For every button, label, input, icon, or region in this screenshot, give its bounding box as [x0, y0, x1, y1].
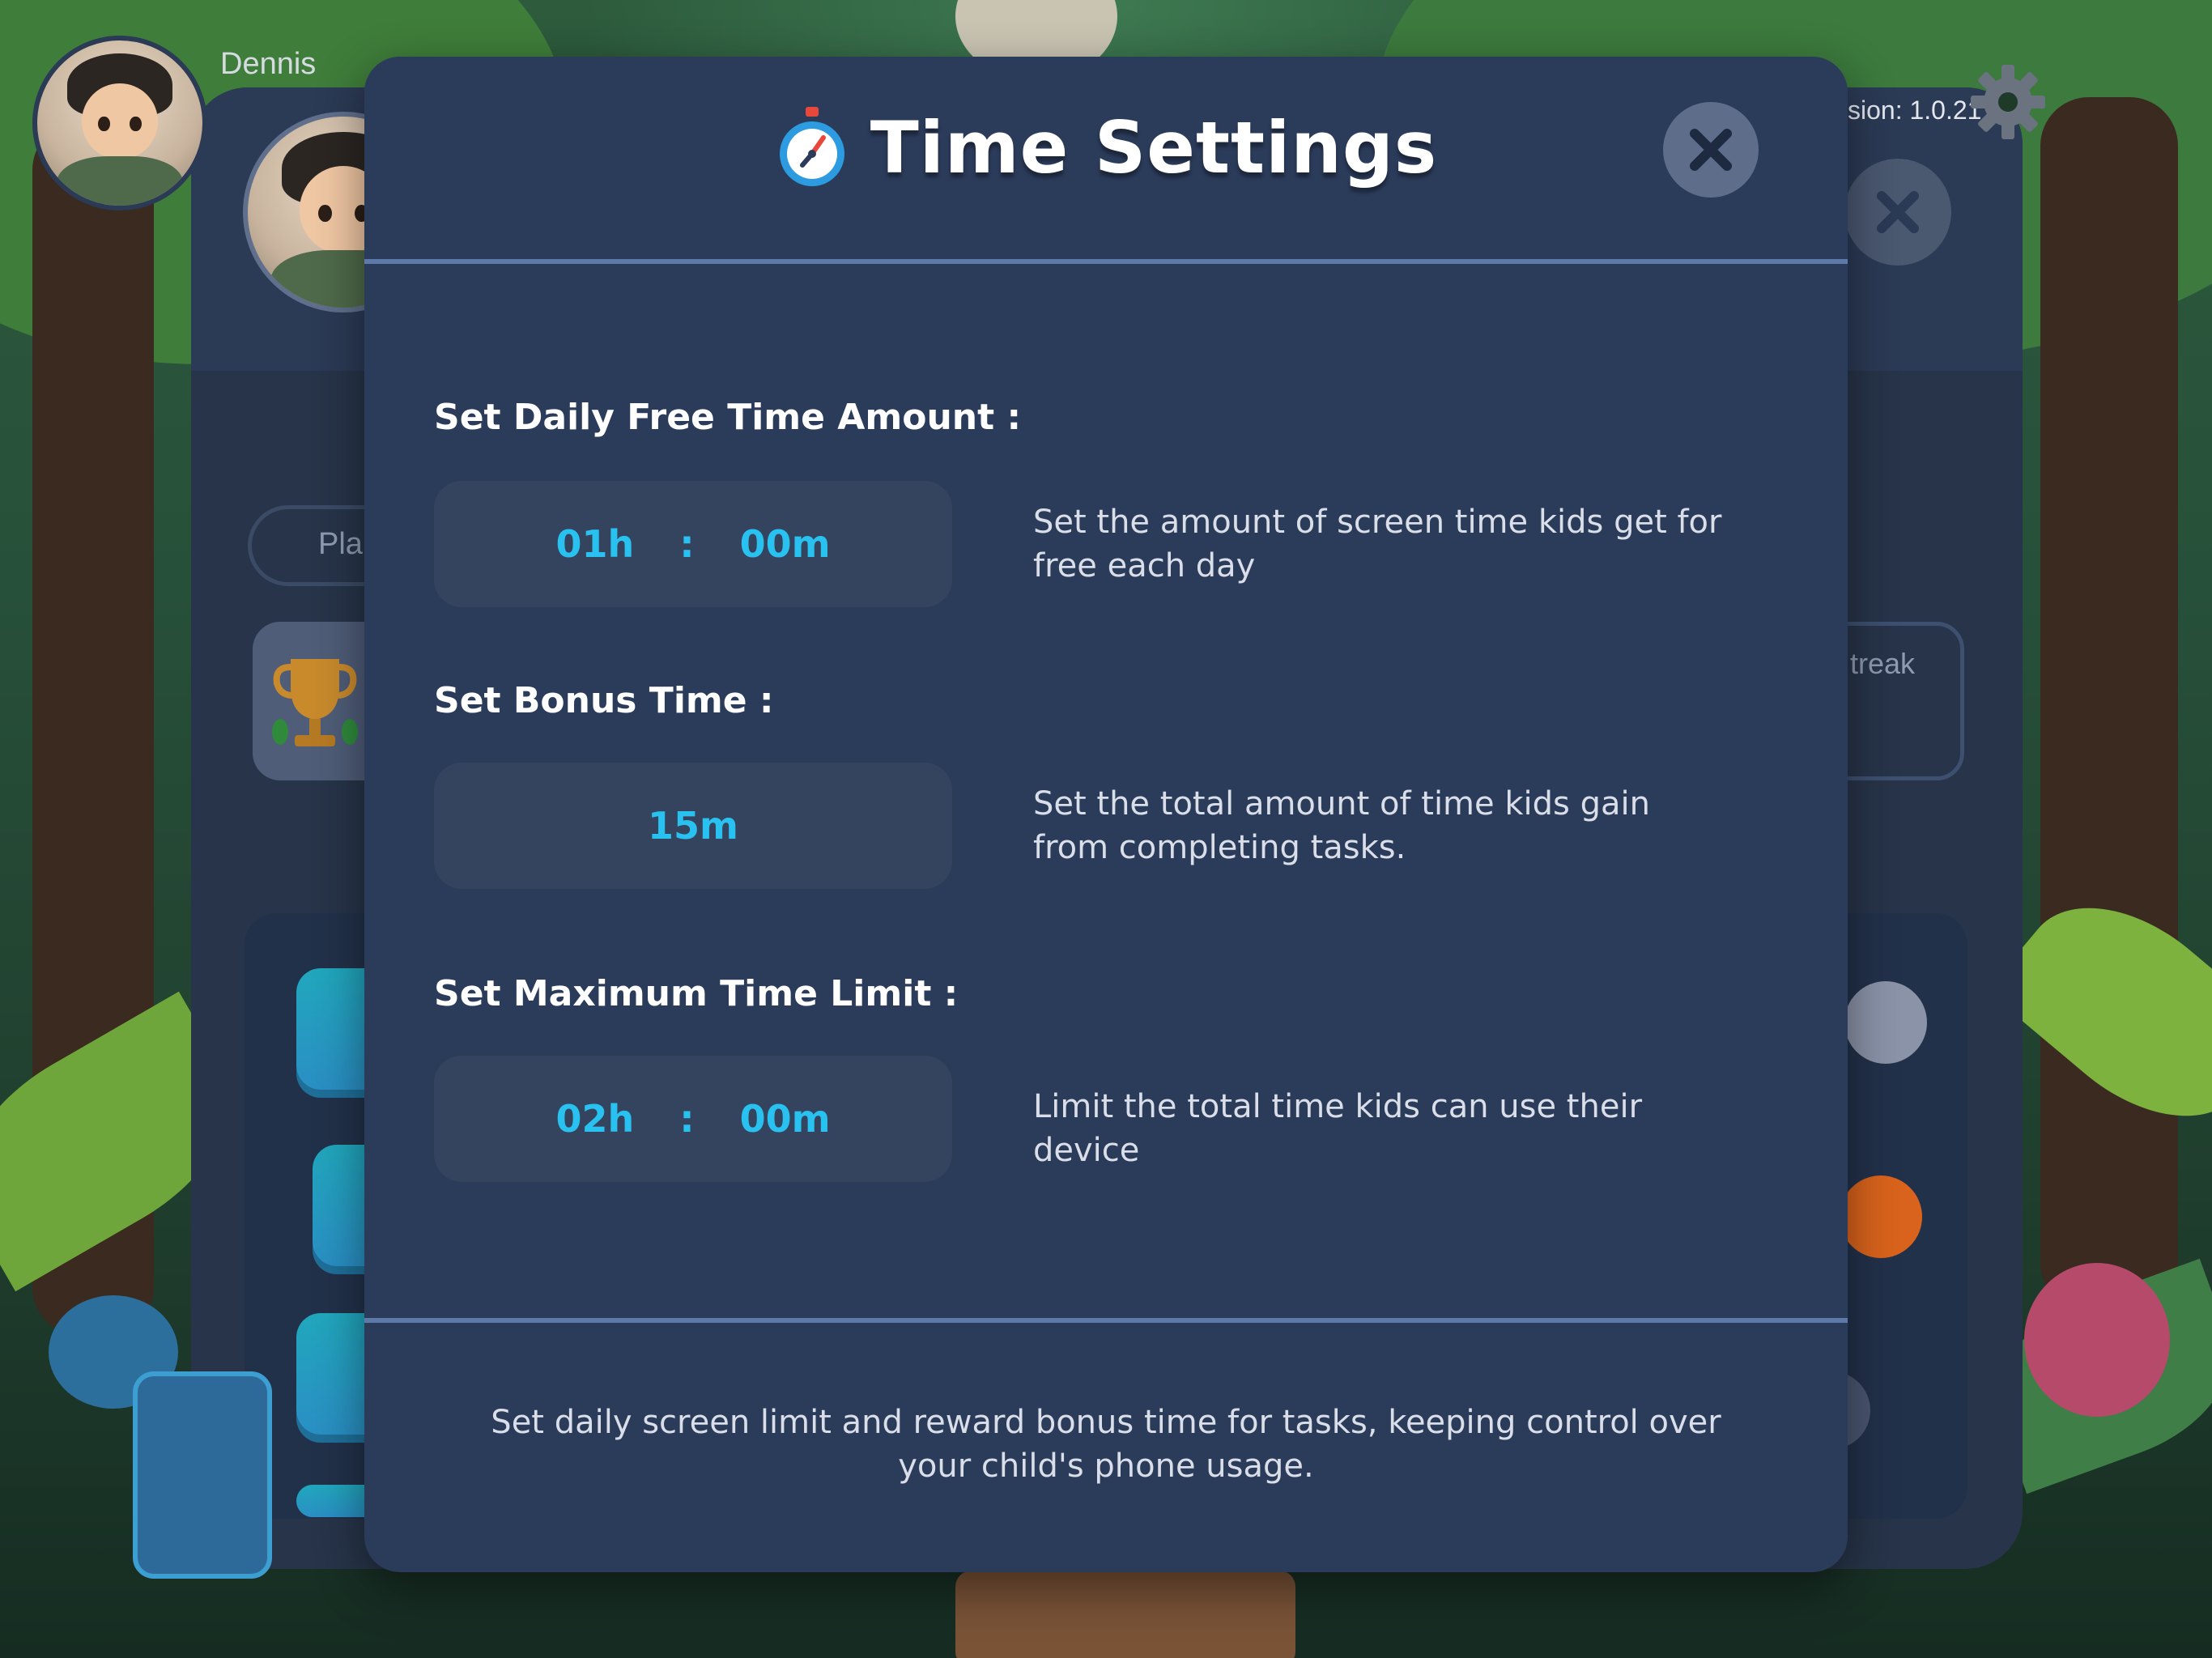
profile-avatar[interactable] — [32, 36, 207, 210]
footer-divider — [364, 1318, 1848, 1323]
close-icon — [1877, 191, 1919, 233]
toggle-dot[interactable] — [1840, 1175, 1922, 1258]
max-time-limit-picker[interactable]: 02h : 00m — [434, 1056, 952, 1182]
max-time-limit-label: Set Maximum Time Limit : — [434, 973, 959, 1014]
avatar-face — [82, 83, 158, 159]
tree-trunk — [2040, 97, 2178, 1312]
modal-header: Time Settings — [364, 57, 1848, 264]
username-label: Dennis — [220, 47, 317, 81]
modal-footer-text: Set daily screen limit and reward bonus … — [491, 1404, 1721, 1485]
daily-free-time-picker[interactable]: 01h : 00m — [434, 481, 952, 607]
max-time-limit-description: Limit the total time kids can use their … — [1033, 1088, 1643, 1169]
time-settings-modal: Time Settings Set Daily Free Time Amount… — [364, 57, 1848, 1572]
wooden-path — [955, 1571, 1295, 1658]
bonus-time-value[interactable]: 15m — [648, 804, 738, 848]
flower — [2024, 1263, 2170, 1417]
modal-title: Time Settings — [870, 105, 1438, 189]
trophy-icon — [272, 659, 358, 746]
avatar-jacket — [57, 155, 183, 206]
close-icon — [1690, 129, 1732, 171]
daily-minutes-value[interactable]: 00m — [740, 522, 831, 566]
stopwatch-icon — [779, 107, 844, 186]
avatar-eye — [130, 116, 142, 132]
max-hours-value[interactable]: 02h — [555, 1097, 634, 1141]
avatar-eye — [98, 116, 110, 132]
bonus-time-label: Set Bonus Time : — [434, 680, 774, 721]
bonus-time-picker[interactable]: 15m — [434, 763, 952, 889]
version-label: sion: 1.0.21 — [1848, 96, 1982, 125]
back-close-button[interactable] — [1844, 159, 1951, 266]
max-minutes-value[interactable]: 00m — [740, 1097, 831, 1141]
time-separator: : — [679, 1097, 695, 1141]
avatar-eye — [318, 204, 332, 222]
settings-gear-icon[interactable] — [1967, 62, 2048, 142]
daily-free-time-label: Set Daily Free Time Amount : — [434, 397, 1022, 438]
book-card[interactable] — [133, 1371, 272, 1579]
daily-hours-value[interactable]: 01h — [555, 522, 634, 566]
bonus-time-description: Set the total amount of time kids gain f… — [1033, 785, 1650, 866]
close-button[interactable] — [1663, 102, 1759, 198]
modal-title-row: Time Settings — [364, 105, 1848, 189]
daily-free-time-description: Set the amount of screen time kids get f… — [1033, 504, 1722, 585]
toggle-dot[interactable] — [1844, 981, 1927, 1064]
time-separator: : — [679, 522, 695, 566]
